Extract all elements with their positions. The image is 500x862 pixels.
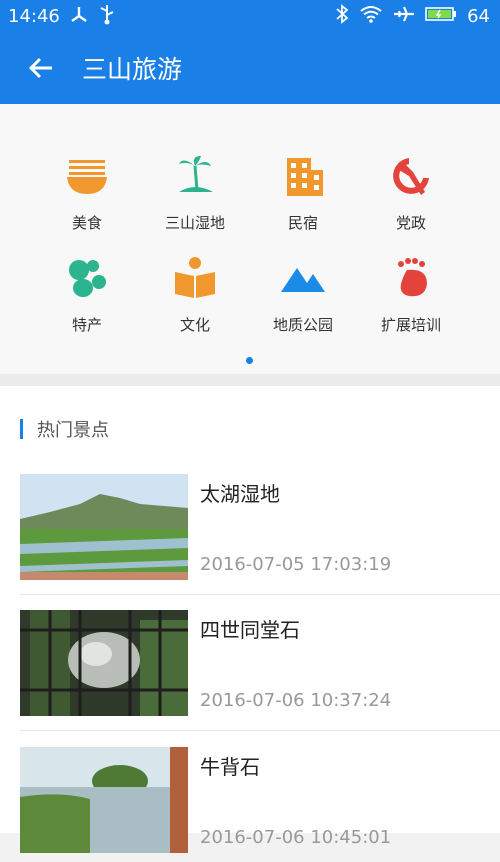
separator <box>20 730 500 731</box>
status-bar: 14:46 64 <box>0 0 500 32</box>
bluetooth-icon <box>335 3 349 29</box>
palm-island-icon <box>179 156 213 192</box>
divider <box>0 374 500 386</box>
category-label: 文化 <box>179 316 210 334</box>
section-title: 热门景点 <box>37 420 109 441</box>
spot-time: 2016-07-06 10:45:01 <box>200 827 392 848</box>
category-label: 民宿 <box>287 214 318 232</box>
back-button[interactable] <box>22 49 60 87</box>
usb-debug-icon <box>68 4 90 29</box>
status-time: 14:46 <box>8 5 60 27</box>
category-label: 地质公园 <box>272 316 333 334</box>
thumbnail-image <box>20 610 188 716</box>
spot-time: 2016-07-06 10:37:24 <box>200 690 392 711</box>
section-accent-bar <box>20 419 23 439</box>
food-bowl-icon <box>67 160 107 194</box>
hot-spots-list: 热门景点 太湖湿地 2016-07-05 17:03:19 四世同堂石 2016… <box>0 386 500 853</box>
category-geopark[interactable]: 地质公园 <box>253 254 353 335</box>
category-training[interactable]: 扩展培训 <box>361 254 461 335</box>
separator <box>20 594 500 595</box>
specialty-icon <box>69 260 106 297</box>
category-culture[interactable]: 文化 <box>145 254 245 335</box>
category-grid: 美食 三山湿地 民宿 党政 特产 文化 地质公园 扩展培训 <box>0 104 500 374</box>
category-label: 特产 <box>71 316 102 334</box>
category-party[interactable]: 党政 <box>361 152 461 233</box>
back-arrow-icon <box>28 57 52 79</box>
mountain-icon <box>281 268 325 292</box>
category-label: 党政 <box>395 214 426 232</box>
battery-level: 64 <box>467 5 490 27</box>
app-bar: 三山旅游 <box>0 32 500 104</box>
building-icon <box>287 158 323 196</box>
battery-icon <box>425 6 457 27</box>
spot-time: 2016-07-05 17:03:19 <box>200 554 392 575</box>
section-header: 热门景点 <box>20 416 109 442</box>
category-food[interactable]: 美食 <box>37 152 137 233</box>
category-homestay[interactable]: 民宿 <box>253 152 353 233</box>
category-wetland[interactable]: 三山湿地 <box>145 152 245 233</box>
category-label: 扩展培训 <box>380 316 441 334</box>
thumbnail-image <box>20 474 188 580</box>
page-title: 三山旅游 <box>82 55 183 84</box>
usb-icon <box>98 3 116 30</box>
airplane-icon <box>393 4 415 29</box>
list-item[interactable]: 太湖湿地 2016-07-05 17:03:19 <box>20 474 500 589</box>
spot-name: 牛背石 <box>200 755 260 779</box>
category-label: 美食 <box>71 214 102 232</box>
book-icon <box>175 257 215 298</box>
page-indicator-dot <box>246 357 253 364</box>
hammer-sickle-icon <box>393 158 429 195</box>
list-item[interactable]: 四世同堂石 2016-07-06 10:37:24 <box>20 610 500 725</box>
spot-name: 四世同堂石 <box>200 618 300 642</box>
wifi-icon <box>359 5 383 28</box>
spot-name: 太湖湿地 <box>200 482 280 506</box>
category-label: 三山湿地 <box>164 214 225 232</box>
list-item[interactable]: 牛背石 2016-07-06 10:45:01 <box>20 747 500 862</box>
footprint-icon <box>398 258 427 297</box>
category-specialty[interactable]: 特产 <box>37 254 137 335</box>
thumbnail-image <box>20 747 188 853</box>
